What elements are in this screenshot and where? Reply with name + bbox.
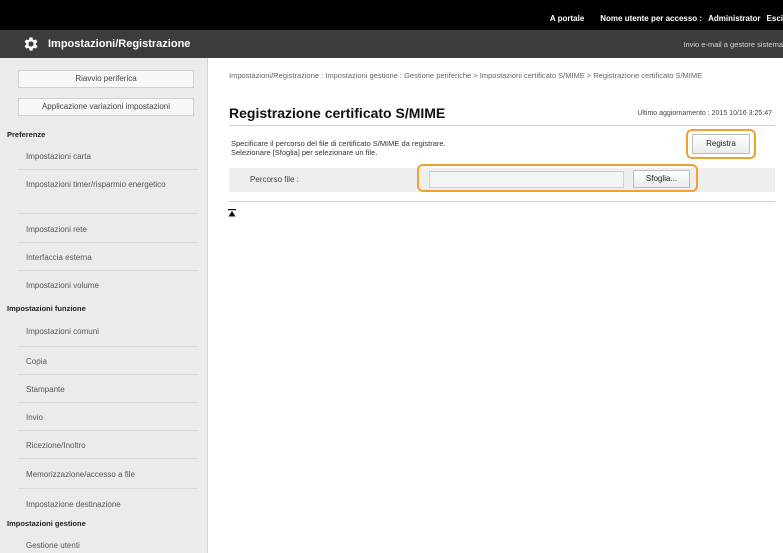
portal-link[interactable]: A portale <box>550 14 584 23</box>
last-update: Ultimo aggiornamento : 2015 10/16 3:25:4… <box>637 110 772 117</box>
sidebar-item-volume[interactable]: Impostazioni volume <box>26 279 196 292</box>
divider <box>18 346 198 347</box>
sidebar-item-destination[interactable]: Impostazione destinazione <box>26 498 196 511</box>
breadcrumb: Impostazioni/Registrazione : Impostazion… <box>229 71 703 80</box>
login-user-label: Nome utente per accesso : <box>600 13 703 23</box>
sidebar-item-copy[interactable]: Copia <box>26 355 196 368</box>
main-content: Impostazioni/Registrazione : Impostazion… <box>208 58 783 553</box>
sidebar-item-network[interactable]: Impostazioni rete <box>26 223 196 236</box>
file-path-label: Percorso file : <box>250 175 299 184</box>
divider <box>18 242 198 243</box>
login-user-name: Administrator <box>708 13 761 23</box>
sidebar-item-common[interactable]: Impostazioni comuni <box>26 325 196 338</box>
divider <box>18 270 198 271</box>
top-bar: A portale Nome utente per accesso : Admi… <box>0 0 783 30</box>
gear-icon <box>24 37 38 51</box>
browse-button[interactable]: Sfoglia... <box>633 170 690 188</box>
sidebar-item-receive-forward[interactable]: Ricezione/Inoltro <box>26 439 196 452</box>
sidebar-section-management: Impostazioni gestione <box>7 519 86 528</box>
description-line: Selezionare [Sfoglia] per selezionare un… <box>231 148 378 157</box>
description: Specificare il percorso del file di cert… <box>231 139 446 157</box>
sidebar-item-store-access[interactable]: Memorizzazione/accesso a file <box>26 468 196 481</box>
to-top-icon[interactable] <box>228 209 236 217</box>
apply-changes-button[interactable]: Applicazione variazioni impostazioni <box>18 98 194 116</box>
app-header: Impostazioni/Registrazione Invio e-mail … <box>0 30 783 58</box>
register-button[interactable]: Registra <box>692 134 750 154</box>
file-path-input[interactable] <box>429 171 624 188</box>
section-divider <box>229 201 775 202</box>
sidebar-item-user-management[interactable]: Gestione utenti <box>26 539 196 552</box>
sidebar-item-paper[interactable]: Impostazioni carta <box>26 150 196 163</box>
sidebar-section-function: Impostazioni funzione <box>7 304 86 313</box>
sidebar-item-external-interface[interactable]: Interfaccia esterna <box>26 251 196 264</box>
divider <box>18 402 198 403</box>
title-divider <box>229 125 775 126</box>
app-title: Impostazioni/Registrazione <box>48 38 191 50</box>
mail-admin-link[interactable]: Invio e-mail a gestore sistema <box>683 40 783 49</box>
user-info: A portale Nome utente per accesso : Admi… <box>550 10 783 26</box>
divider <box>18 488 198 489</box>
divider <box>18 169 198 170</box>
description-line: Specificare il percorso del file di cert… <box>231 139 446 148</box>
sidebar-section-preferences: Preferenze <box>7 130 46 139</box>
divider <box>18 430 198 431</box>
sidebar-item-timer[interactable]: Impostazioni timer/risparmio energetico <box>26 178 196 191</box>
divider <box>18 458 198 459</box>
sidebar-item-printer[interactable]: Stampante <box>26 383 196 396</box>
restart-device-button[interactable]: Riavvio periferica <box>18 70 194 88</box>
logout-link[interactable]: Esci <box>767 14 783 23</box>
page-title: Registrazione certificato S/MIME <box>229 105 446 121</box>
sidebar-item-send[interactable]: Invio <box>26 411 196 424</box>
divider <box>18 213 198 214</box>
sidebar: Riavvio periferica Applicazione variazio… <box>0 58 208 553</box>
divider <box>18 374 198 375</box>
